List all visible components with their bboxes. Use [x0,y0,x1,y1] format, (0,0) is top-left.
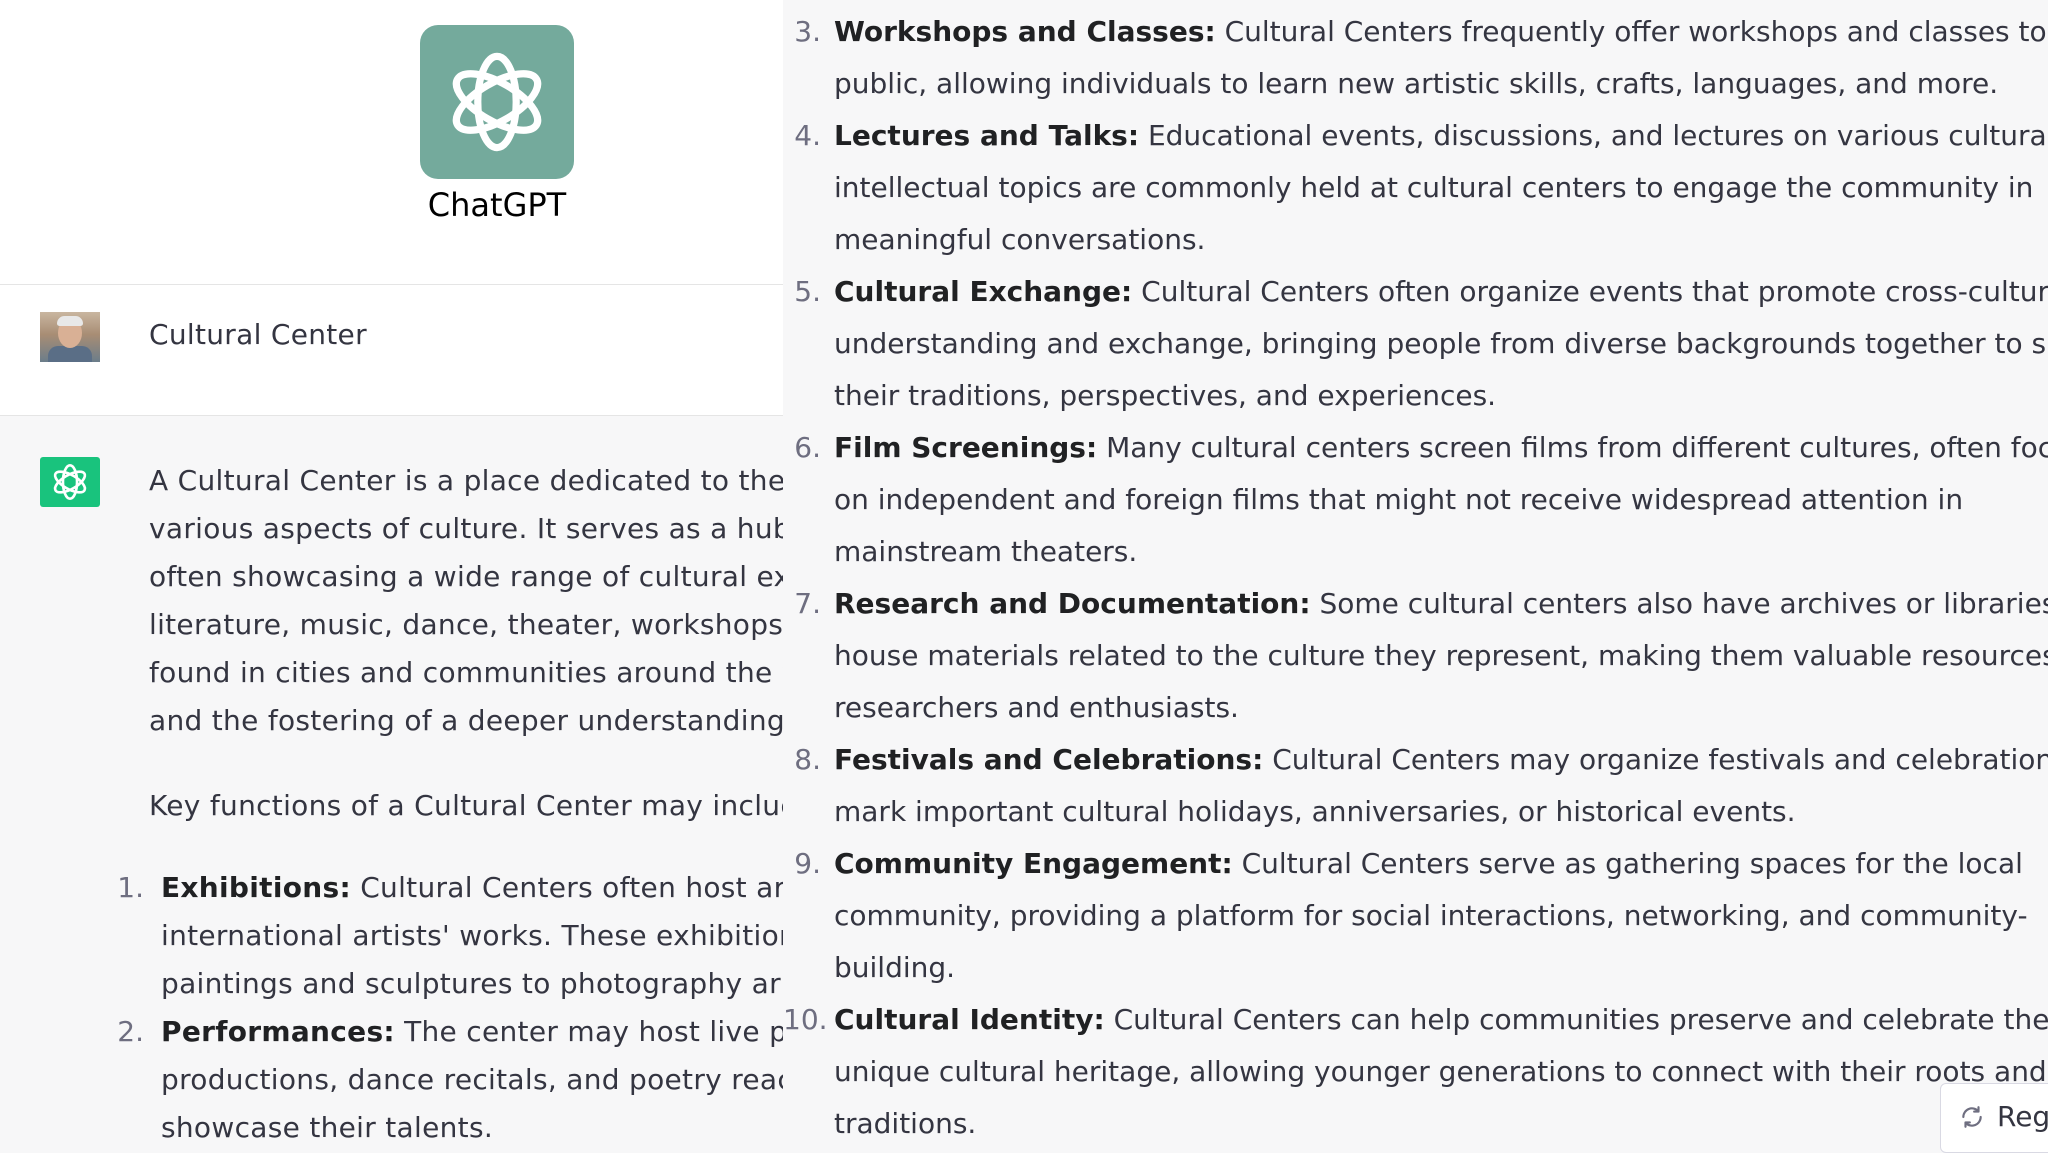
logo-text: ChatGPT [427,186,567,224]
list-item-line: Cultural Centers serve as gathering spac… [1241,847,2023,880]
list-item-line: traditions. [834,1107,977,1140]
list-item-performances: Performances: The center may host live p… [161,1008,783,1152]
list-number: 7. [794,587,821,620]
user-message-row: Cultural Center [0,285,783,416]
list-item-line: unique cultural heritage, allowing young… [834,1055,2047,1088]
intro-line: A Cultural Center is a place dedicated t… [149,464,783,497]
assistant-avatar-icon [40,457,100,507]
list-number: 1. [117,871,144,904]
list-item-line: their traditions, perspectives, and expe… [834,379,1497,412]
list-number: 8. [794,743,821,776]
logo-area: ChatGPT [0,0,783,285]
list-number: 10. [783,1003,828,1036]
list-item-line: public, allowing individuals to learn ne… [834,67,1999,100]
list-item-title: Research and Documentation: [834,587,1311,620]
list-item-line: understanding and exchange, bringing peo… [834,327,2048,360]
list-item-line: Cultural Centers frequently offer worksh… [1224,15,2048,48]
intro-line: various aspects of culture. It serves as… [149,512,783,545]
right-panel: 3. Workshops and Classes: Cultural Cente… [783,0,2048,1152]
list-item-line: mainstream theaters. [834,535,1138,568]
list-item-line: showcase their talents. [161,1111,494,1144]
intro-line: found in cities and communities around t… [149,656,783,689]
list-item-line: community, providing a platform for soci… [834,899,2028,932]
refresh-icon [1962,1106,1982,1128]
intro-line: literature, music, dance, theater, works… [149,608,783,641]
list-item-line: paintings and sculptures to photography … [161,967,781,1000]
list-item-line: house materials related to the culture t… [834,639,2048,672]
list-item-title: Performances: [161,1015,395,1048]
list-item-title: Cultural Exchange: [834,275,1133,308]
list-number: 2. [117,1015,144,1048]
list-item-line: Educational events, discussions, and lec… [1147,119,2048,152]
list-number: 9. [794,847,821,880]
list-item-line: Cultural Centers often organize events t… [1141,275,2048,308]
list-number: 4. [794,119,821,152]
chatgpt-logo-icon [420,25,574,179]
user-avatar [40,312,100,362]
list-item-title: Workshops and Classes: [834,15,1216,48]
list-number: 3. [794,15,821,48]
list-item-line: on independent and foreign films that mi… [834,483,1964,516]
intro-line: often showcasing a wide range of cultura… [149,560,783,593]
key-functions-line: Key functions of a Cultural Center may i… [149,789,783,822]
list-item-line: Some cultural centers also have archives… [1319,587,2048,620]
list-item-line: Cultural Centers may organize festivals … [1272,743,2048,776]
list-item-line: international artists' works. These exhi… [161,919,783,952]
left-panel: ChatGPT Cultural Center A Cultural Cente… [0,0,783,1152]
list-item-title: Cultural Identity: [834,1003,1105,1036]
user-message-text: Cultural Center [149,318,367,351]
regenerate-label: Reg [1997,1100,2048,1133]
intro-line: and the fostering of a deeper understand… [149,704,783,737]
list-number: 5. [794,275,821,308]
list-item-line: researchers and enthusiasts. [834,691,1239,724]
assistant-intro-paragraph: A Cultural Center is a place dedicated t… [149,457,783,745]
list-item-line: Cultural Centers can help communities pr… [1113,1003,2048,1036]
list-item-title: Film Screenings: [834,431,1098,464]
list-item-line: mark important cultural holidays, annive… [834,795,1796,828]
regenerate-button[interactable]: Reg [1940,1083,2048,1153]
list-item-line: Cultural Centers often host art e [360,871,783,904]
list-item-line: intellectual topics are commonly held at… [834,171,2034,204]
list-item-exhibitions: Exhibitions: Cultural Centers often host… [161,864,783,1008]
list-item-title: Community Engagement: [834,847,1233,880]
list-item-line: productions, dance recitals, and poetry … [161,1063,783,1096]
list-item-line: The center may host live per [404,1015,783,1048]
list-item-title: Lectures and Talks: [834,119,1140,152]
list-item-line: building. [834,951,956,984]
list-item-line: meaningful conversations. [834,223,1206,256]
list-item-title: Exhibitions: [161,871,351,904]
list-item-line: Many cultural centers screen films from … [1106,431,2048,464]
list-item-title: Festivals and Celebrations: [834,743,1264,776]
list-number: 6. [794,431,821,464]
